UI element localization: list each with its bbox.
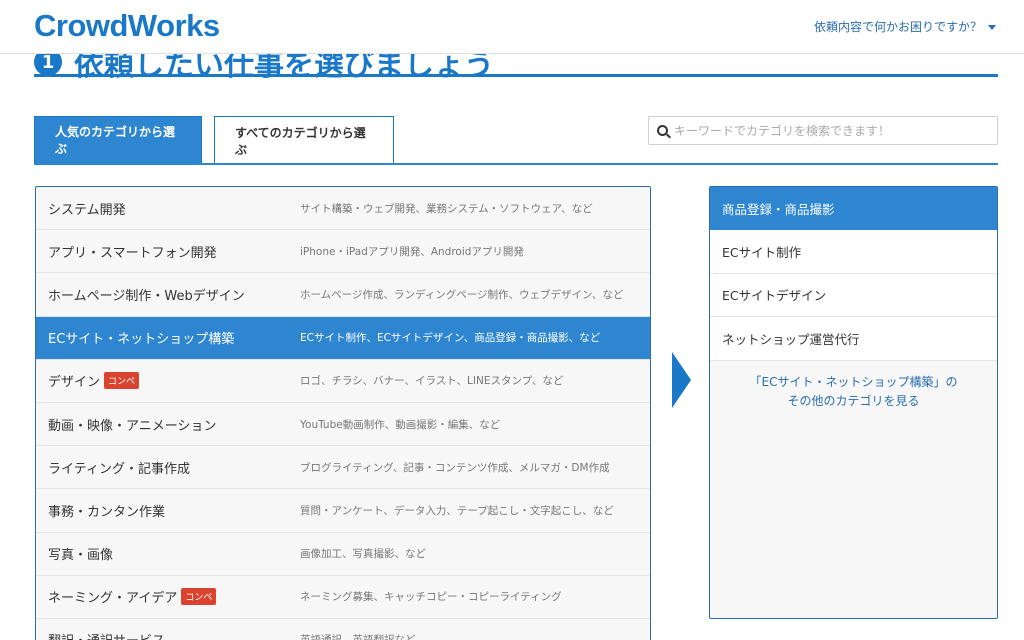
category-description: サイト構築・ウェブ開発、業務システム・ソフトウェア、など: [300, 202, 593, 215]
category-list: システム開発 サイト構築・ウェブ開発、業務システム・ソフトウェア、などアプリ・スマ…: [35, 186, 651, 640]
category-description: iPhone・iPadアプリ開発、Androidアプリ開発: [300, 245, 524, 258]
tab-all-categories[interactable]: すべてのカテゴリから選ぶ: [214, 116, 394, 164]
search-icon: [657, 125, 668, 136]
category-description: ロゴ、チラシ、バナー、イラスト、LINEスタンプ、など: [300, 375, 564, 388]
category-row[interactable]: 翻訳・通訳サービス 英語通訳、英語翻訳など: [36, 618, 650, 640]
category-description: 英語通訳、英語翻訳など: [300, 632, 416, 640]
category-name-label: 写真・画像: [48, 548, 114, 564]
subcategory-panel: 商品登録・商品撮影 ECサイト制作 ECサイトデザイン ネットショップ運営代行 「E…: [709, 186, 998, 619]
category-name-label: ECサイト・ネットショップ構築: [48, 332, 235, 348]
category-name-label: 事務・カンタン作業: [48, 504, 166, 520]
category-name: 事務・カンタン作業: [36, 501, 300, 520]
category-name: ネーミング・アイデア コンペ: [36, 587, 300, 606]
category-name: アプリ・スマートフォン開発: [36, 242, 300, 261]
category-row[interactable]: 動画・映像・アニメーション YouTube動画制作、動画撮影・編集、など: [36, 402, 650, 447]
category-name-label: アプリ・スマートフォン開発: [48, 245, 217, 261]
category-description: ネーミング募集、キャッチコピー・コピーライティング: [300, 591, 562, 604]
category-name-label: ホームページ制作・Webデザイン: [48, 288, 245, 304]
category-row[interactable]: システム開発 サイト構築・ウェブ開発、業務システム・ソフトウェア、など: [36, 187, 650, 231]
category-row[interactable]: 写真・画像 画像加工、写真撮影、など: [36, 532, 650, 576]
help-link[interactable]: 依頼内容で何かお困りですか？: [814, 18, 996, 35]
category-row[interactable]: デザイン コンペ ロゴ、チラシ、バナー、イラスト、LINEスタンプ、など: [36, 359, 650, 403]
category-name-label: ネーミング・アイデア: [48, 591, 178, 607]
category-row[interactable]: ネーミング・アイデア コンペ ネーミング募集、キャッチコピー・コピーライティング: [36, 575, 650, 619]
category-row[interactable]: ホームページ制作・Webデザイン ホームページ作成、ランディングページ制作、ウェブ…: [36, 273, 650, 317]
competition-badge: コンペ: [104, 372, 140, 390]
category-name: ECサイト・ネットショップ構築: [36, 328, 300, 347]
category-description: ホームページ作成、ランディングページ制作、ウェブデザイン、など: [300, 288, 624, 301]
category-description: 質問・アンケート、データ入力、テープ起こし・文字起こし、など: [300, 504, 614, 517]
category-description: ECサイト制作、ECサイトデザイン、商品登録・商品撮影、など: [300, 332, 601, 345]
category-name-label: デザイン: [48, 375, 101, 391]
category-name-label: 動画・映像・アニメーション: [48, 418, 217, 434]
tabs-divider: [34, 163, 998, 165]
category-search: [648, 116, 998, 145]
category-description: YouTube動画制作、動画撮影・編集、など: [300, 418, 501, 431]
competition-badge: コンペ: [181, 588, 217, 606]
subcategory-item[interactable]: ECサイトデザイン: [710, 273, 997, 317]
more-categories-line1: 「ECサイト・ネットショップ構築」の: [749, 374, 958, 389]
help-link-label: 依頼内容で何かお困りですか？: [813, 20, 982, 34]
category-name: デザイン コンペ: [36, 371, 300, 390]
category-name: 動画・映像・アニメーション: [36, 415, 300, 434]
category-tabs: 人気のカテゴリから選ぶ すべてのカテゴリから選ぶ: [34, 116, 394, 164]
category-name-label: システム開発: [48, 202, 126, 218]
category-description: 画像加工、写真撮影、など: [300, 548, 426, 561]
site-header: CrowdWorks 依頼内容で何かお困りですか？: [0, 0, 1024, 54]
category-row[interactable]: ECサイト・ネットショップ構築 ECサイト制作、ECサイトデザイン、商品登録・商品…: [36, 316, 650, 360]
subcategory-item-selected[interactable]: 商品登録・商品撮影: [710, 187, 997, 230]
category-name: 写真・画像: [36, 544, 300, 563]
chevron-down-icon: [988, 25, 996, 30]
subcategory-item[interactable]: ネットショップ運営代行: [710, 317, 997, 361]
tab-popular-categories[interactable]: 人気のカテゴリから選ぶ: [34, 116, 202, 164]
category-row[interactable]: ライティング・記事作成 ブログライティング、記事・コンテンツ作成、メルマガ・DM作…: [36, 446, 650, 490]
arrow-right-icon: [672, 352, 691, 408]
category-name: ホームページ制作・Webデザイン: [36, 285, 300, 304]
subcategory-item[interactable]: ECサイト制作: [710, 230, 997, 274]
category-name-label: ライティング・記事作成: [48, 461, 190, 477]
category-name: ライティング・記事作成: [36, 458, 300, 477]
category-name: 翻訳・通訳サービス: [36, 630, 300, 640]
category-description: ブログライティング、記事・コンテンツ作成、メルマガ・DM作成: [300, 461, 610, 474]
crowdworks-logo[interactable]: CrowdWorks: [34, 8, 220, 44]
category-row[interactable]: アプリ・スマートフォン開発 iPhone・iPadアプリ開発、Androidアプリ…: [36, 230, 650, 274]
category-search-input[interactable]: [674, 123, 984, 138]
category-row[interactable]: 事務・カンタン作業 質問・アンケート、データ入力、テープ起こし・文字起こし、など: [36, 489, 650, 533]
more-categories-link[interactable]: 「ECサイト・ネットショップ構築」の その他のカテゴリを見る: [710, 361, 997, 411]
category-name: システム開発: [36, 199, 300, 218]
more-categories-line2: その他のカテゴリを見る: [787, 393, 920, 408]
category-name-label: 翻訳・通訳サービス: [48, 630, 165, 640]
